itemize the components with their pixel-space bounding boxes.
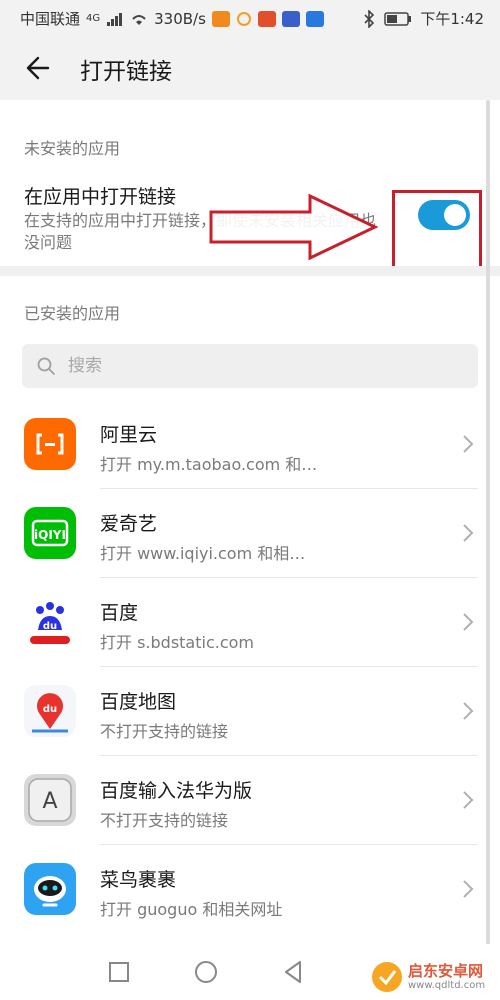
baidu-icon: du bbox=[24, 596, 76, 648]
list-item[interactable]: du 百度地图 不打开支持的链接 bbox=[0, 667, 500, 756]
chevron-right-icon bbox=[463, 435, 474, 453]
svg-text:iQIYI: iQIYI bbox=[34, 528, 66, 542]
scrollbar[interactable] bbox=[486, 100, 490, 960]
status-bar: 中国联通 4G 330B/s 下午1:42 bbox=[0, 0, 500, 36]
app-name: 百度 bbox=[100, 602, 139, 624]
list-item[interactable]: 阿里云 打开 my.m.taobao.com 和… bbox=[0, 400, 500, 489]
notification-translate-icon bbox=[305, 10, 324, 27]
status-left: 中国联通 4G 330B/s bbox=[20, 8, 324, 29]
notification-app-icon bbox=[211, 10, 230, 27]
chevron-right-icon bbox=[463, 791, 474, 809]
bluetooth-icon bbox=[364, 9, 375, 28]
aliyun-icon bbox=[24, 418, 76, 470]
svg-text:A: A bbox=[42, 789, 57, 814]
back-triangle-icon[interactable] bbox=[280, 958, 308, 986]
annotation-arrow bbox=[209, 193, 379, 261]
open-in-app-title: 在应用中打开链接 bbox=[24, 186, 177, 208]
notification-news-icon bbox=[257, 10, 276, 27]
section-label-uninstalled: 未安装的应用 bbox=[24, 139, 121, 158]
app-list: 阿里云 打开 my.m.taobao.com 和… iQIYI 爱奇艺 打开 w… bbox=[0, 400, 500, 934]
chevron-right-icon bbox=[463, 702, 474, 720]
app-name: 爱奇艺 bbox=[100, 513, 158, 535]
network-speed: 330B/s bbox=[154, 9, 206, 28]
annotation-highlight-box bbox=[392, 190, 482, 272]
watermark-name: 启东安卓网 bbox=[408, 962, 484, 980]
home-circle-icon[interactable] bbox=[192, 958, 220, 986]
section-label-installed: 已安装的应用 bbox=[24, 304, 121, 323]
app-link-status: 打开 s.bdstatic.com bbox=[100, 633, 255, 652]
list-item[interactable]: 菜鸟裹裹 打开 guoguo 和相关网址 bbox=[0, 845, 500, 934]
carrier-label: 中国联通 bbox=[20, 10, 81, 28]
app-link-status: 打开 guoguo 和相关网址 bbox=[100, 900, 283, 919]
watermark-url: www.qdltd.com bbox=[408, 980, 486, 991]
watermark-logo-icon bbox=[372, 962, 402, 992]
list-item[interactable]: iQIYI 爱奇艺 打开 www.iqiyi.com 和相… bbox=[0, 489, 500, 578]
signal-icon bbox=[107, 12, 123, 26]
search-bar[interactable] bbox=[22, 344, 478, 388]
app-name: 菜鸟裹裹 bbox=[100, 869, 177, 891]
notification-store-icon bbox=[281, 10, 300, 27]
app-link-status: 打开 www.iqiyi.com 和相… bbox=[100, 544, 306, 563]
network-type: 4G bbox=[86, 13, 101, 24]
app-link-status: 不打开支持的链接 bbox=[100, 722, 229, 741]
back-arrow-icon[interactable] bbox=[20, 52, 52, 84]
app-name: 百度输入法华为版 bbox=[100, 780, 253, 802]
baidu-map-icon: du bbox=[24, 685, 76, 737]
app-link-status: 不打开支持的链接 bbox=[100, 811, 229, 830]
svg-text:du: du bbox=[43, 704, 57, 715]
search-input[interactable] bbox=[66, 355, 450, 377]
wifi-icon bbox=[132, 14, 146, 25]
list-item[interactable]: A 百度输入法华为版 不打开支持的链接 bbox=[0, 756, 500, 845]
watermark: 启东安卓网 www.qdltd.com bbox=[370, 960, 496, 996]
list-item[interactable]: du 百度 打开 s.bdstatic.com bbox=[0, 578, 500, 667]
app-bar: 打开链接 bbox=[0, 36, 500, 100]
page-title: 打开链接 bbox=[80, 59, 172, 85]
baidu-input-icon: A bbox=[24, 774, 76, 826]
section-divider bbox=[0, 266, 500, 276]
iqiyi-icon: iQIYI bbox=[24, 507, 76, 559]
notification-chat-icon bbox=[236, 11, 251, 26]
chevron-right-icon bbox=[463, 613, 474, 631]
app-name: 百度地图 bbox=[100, 691, 177, 713]
app-name: 阿里云 bbox=[100, 424, 158, 446]
status-right: 下午1:42 bbox=[362, 8, 484, 29]
cainiao-icon bbox=[24, 863, 76, 915]
battery-icon bbox=[384, 11, 412, 26]
clock: 下午1:42 bbox=[420, 10, 484, 28]
svg-text:du: du bbox=[43, 621, 57, 632]
app-link-status: 打开 my.m.taobao.com 和… bbox=[100, 455, 318, 474]
search-icon bbox=[37, 357, 55, 375]
chevron-right-icon bbox=[463, 880, 474, 898]
recent-apps-square-icon[interactable] bbox=[105, 958, 133, 986]
chevron-right-icon bbox=[463, 524, 474, 542]
